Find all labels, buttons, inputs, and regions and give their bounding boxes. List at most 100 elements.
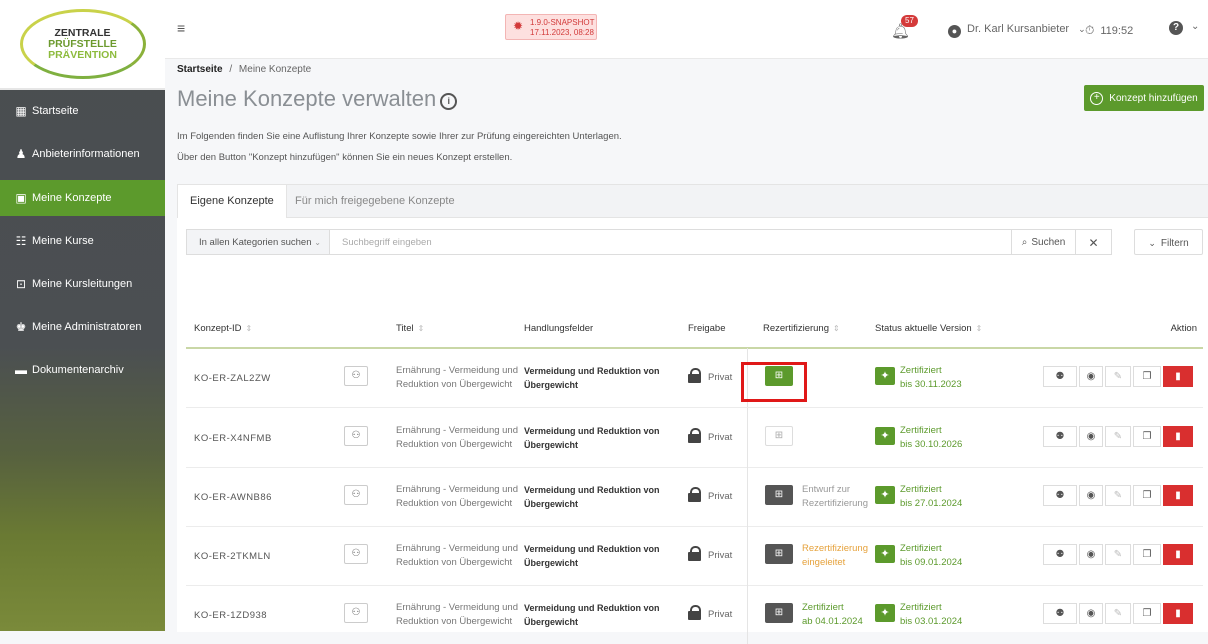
tab-freigegebene-konzepte[interactable]: Für mich freigegebene Konzepte <box>283 185 467 217</box>
owner-button[interactable]: ⚇ <box>344 485 368 505</box>
chevron-down-icon: ⌄ <box>314 238 321 247</box>
filter-button[interactable]: ⌄ Filtern <box>1134 229 1203 255</box>
logo-line2: PRÜFSTELLE <box>48 37 117 50</box>
sidebar-item-meine-kurse[interactable]: ☷ Meine Kurse <box>0 223 165 259</box>
search-button[interactable]: ⌕ Suchen <box>1012 229 1076 255</box>
recertify-button[interactable]: ⊞ <box>765 544 793 564</box>
share-button[interactable]: ⚉ <box>1043 603 1077 624</box>
certificate-icon: ⊞ <box>774 548 784 559</box>
filter-button-label: Filtern <box>1160 238 1189 249</box>
header-rezertifizierung[interactable]: Rezertifizierung ⇕ <box>763 323 840 334</box>
category-select[interactable]: In allen Kategorien suchen ⌄ <box>186 229 330 255</box>
courses-icon: ☷ <box>15 234 27 248</box>
share-button[interactable]: ⚉ <box>1043 426 1077 447</box>
recertify-button[interactable]: ⊞ <box>765 485 793 505</box>
logo-area[interactable]: ZENTRALE PRÜFSTELLE PRÄVENTION <box>0 0 165 90</box>
tab-eigene-konzepte[interactable]: Eigene Konzepte <box>177 185 287 218</box>
view-button[interactable]: ◉ <box>1079 366 1103 387</box>
menu-icon[interactable]: ≡ <box>177 20 185 36</box>
recertify-button[interactable]: ⊞ <box>765 603 793 623</box>
status-line: bis 30.11.2023 <box>900 379 962 390</box>
recertify-button[interactable]: ⊞ <box>765 426 793 446</box>
delete-button[interactable]: ▮ <box>1163 603 1193 624</box>
title-line: Ernährung - Vermeidung und <box>396 602 518 613</box>
sort-icon: ⇕ <box>975 324 983 333</box>
concept-fields: Vermeidung und Reduktion von Übergewicht <box>524 483 660 511</box>
view-button[interactable]: ◉ <box>1079 485 1103 506</box>
status-line: bis 09.01.2024 <box>900 557 963 568</box>
sidebar-item-meine-kursleitungen[interactable]: ⊡ Meine Kursleitungen <box>0 266 165 302</box>
sidebar-item-anbieterinformationen[interactable]: ♟ Anbieterinformationen <box>0 136 165 172</box>
share-button[interactable]: ⚉ <box>1043 366 1077 387</box>
info-icon[interactable]: i <box>440 93 458 110</box>
clear-search-button[interactable]: ✕ <box>1076 229 1112 255</box>
intro-text-2: Über den Button "Konzept hinzufügen" kön… <box>177 152 513 163</box>
tab-bar: Eigene Konzepte Für mich freigegebene Ko… <box>177 185 1208 218</box>
status-line: bis 03.01.2024 <box>900 616 963 627</box>
header-aktion: Aktion <box>1170 323 1197 334</box>
sidebar-item-label: Startseite <box>32 105 79 117</box>
share-button[interactable]: ⚉ <box>1043 485 1077 506</box>
snapshot-version: 1.9.0-SNAPSHOT <box>530 18 595 27</box>
add-concept-button[interactable]: + Konzept hinzufügen <box>1084 85 1204 111</box>
help-icon[interactable]: ? <box>1169 21 1183 35</box>
recert-line: Entwurf zur <box>802 484 851 495</box>
sidebar-item-label: Dokumentenarchiv <box>32 364 124 376</box>
bug-icon: ✹ <box>513 19 524 33</box>
copy-button[interactable]: ❐ <box>1133 366 1161 387</box>
title-line: Reduktion von Übergewicht <box>396 557 513 568</box>
owner-button[interactable]: ⚇ <box>344 544 368 564</box>
edit-button[interactable]: ✎ <box>1105 426 1131 447</box>
instructors-icon: ⊡ <box>15 277 27 291</box>
sidebar-item-meine-konzepte[interactable]: ▣ Meine Konzepte <box>0 180 165 216</box>
chevron-down-icon[interactable]: ⌄ <box>1191 21 1199 32</box>
header-titel[interactable]: Titel ⇕ <box>396 323 424 334</box>
field-line: Vermeidung und Reduktion von <box>524 366 660 376</box>
view-button[interactable]: ◉ <box>1079 544 1103 565</box>
delete-button[interactable]: ▮ <box>1163 544 1193 565</box>
logo[interactable]: ZENTRALE PRÜFSTELLE PRÄVENTION <box>19 9 146 79</box>
edit-button[interactable]: ✎ <box>1105 603 1131 624</box>
edit-button[interactable]: ✎ <box>1105 544 1131 565</box>
concept-fields: Vermeidung und Reduktion von Übergewicht <box>524 601 660 629</box>
delete-button[interactable]: ▮ <box>1163 366 1193 387</box>
user-menu[interactable]: ● Dr. Karl Kursanbieter ⌄ <box>948 23 1086 38</box>
status-text: Zertifiziert bis 03.01.2024 <box>900 601 962 629</box>
eye-icon: ◉ <box>1086 371 1096 382</box>
pencil-icon: ✎ <box>1113 549 1123 560</box>
page-title-text: Meine Konzepte verwalten <box>177 86 437 111</box>
delete-button[interactable]: ▮ <box>1163 485 1193 506</box>
share-button[interactable]: ⚉ <box>1043 544 1077 565</box>
header-status[interactable]: Status aktuelle Version ⇕ <box>875 323 982 334</box>
owner-button[interactable]: ⚇ <box>344 603 368 623</box>
status-text: Zertifiziert bis 30.11.2023 <box>900 364 962 392</box>
view-button[interactable]: ◉ <box>1079 603 1103 624</box>
table-header: Konzept-ID ⇕ Titel ⇕ Handlungsfelder Freig… <box>186 311 1203 349</box>
delete-button[interactable]: ▮ <box>1163 426 1193 447</box>
title-line: Ernährung - Vermeidung und <box>396 425 518 436</box>
search-input[interactable]: Suchbegriff eingeben <box>330 229 1012 255</box>
stopwatch-icon: ⏱ <box>1085 23 1095 37</box>
notification-count: 57 <box>901 15 918 27</box>
copy-button[interactable]: ❐ <box>1133 603 1161 624</box>
edit-button[interactable]: ✎ <box>1105 485 1131 506</box>
copy-button[interactable]: ❐ <box>1133 544 1161 565</box>
header-konzept-id[interactable]: Konzept-ID ⇕ <box>194 323 252 334</box>
edit-button[interactable]: ✎ <box>1105 366 1131 387</box>
header-freigabe: Freigabe <box>688 323 726 334</box>
field-line: Vermeidung und Reduktion von <box>524 544 660 554</box>
sidebar-item-dokumentenarchiv[interactable]: ▬ Dokumentenarchiv <box>0 352 165 388</box>
trash-icon: ▮ <box>1175 431 1181 442</box>
breadcrumb-home[interactable]: Startseite <box>177 64 223 75</box>
copy-button[interactable]: ❐ <box>1133 426 1161 447</box>
owner-button[interactable]: ⚇ <box>344 426 368 446</box>
view-button[interactable]: ◉ <box>1079 426 1103 447</box>
concept-title: Ernährung - Vermeidung und Reduktion von … <box>396 364 518 392</box>
certificate-icon: ⊞ <box>774 489 784 500</box>
sidebar-item-meine-administratoren[interactable]: ♚ Meine Administratoren <box>0 309 165 345</box>
owner-button[interactable]: ⚇ <box>344 366 368 386</box>
copy-button[interactable]: ❐ <box>1133 485 1161 506</box>
close-icon: ✕ <box>1088 236 1099 250</box>
sidebar-item-startseite[interactable]: ▦ Startseite <box>0 93 165 129</box>
pencil-icon: ✎ <box>1113 371 1123 382</box>
